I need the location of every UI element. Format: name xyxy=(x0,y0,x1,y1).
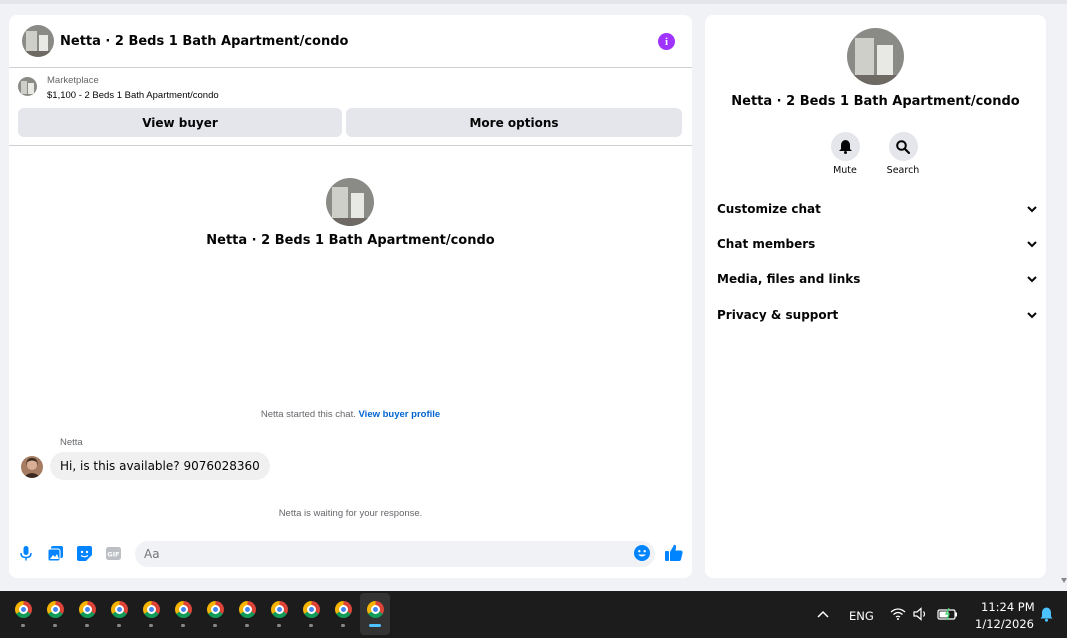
view-buyer-profile-link[interactable]: View buyer profile xyxy=(359,409,441,420)
chrome-icon xyxy=(46,601,64,618)
emoji-icon[interactable] xyxy=(634,545,650,561)
chevron-down-icon xyxy=(1027,205,1037,212)
chrome-icon xyxy=(334,601,352,618)
taskbar: ENG 11:24 PM 1/12/2026 xyxy=(0,591,1067,638)
section-label: Privacy & support xyxy=(717,308,839,322)
chrome-icon xyxy=(78,601,96,618)
message-bubble[interactable]: Hi, is this available? 9076028360 xyxy=(50,452,270,480)
listing-thumbnail[interactable] xyxy=(18,77,37,96)
chevron-down-icon xyxy=(1027,240,1037,247)
taskbar-chrome-8[interactable] xyxy=(232,593,262,635)
chrome-icon xyxy=(14,601,32,618)
chat-title[interactable]: Netta · 2 Beds 1 Bath Apartment/condo xyxy=(60,34,348,49)
chrome-icon xyxy=(174,601,192,618)
taskbar-chrome-3[interactable] xyxy=(72,593,102,635)
chrome-icon xyxy=(366,601,384,618)
info-icon[interactable]: i xyxy=(658,33,675,50)
view-buyer-button[interactable]: View buyer xyxy=(18,108,342,137)
more-options-button[interactable]: More options xyxy=(346,108,682,137)
listing-price-title[interactable]: $1,100 - 2 Beds 1 Bath Apartment/condo xyxy=(47,90,219,101)
waiting-notice: Netta is waiting for your response. xyxy=(278,508,423,519)
chat-header: Netta · 2 Beds 1 Bath Apartment/condo i xyxy=(9,15,692,68)
sender-avatar[interactable] xyxy=(21,456,43,478)
chevron-down-icon xyxy=(1027,275,1037,282)
chrome-icon xyxy=(238,601,256,618)
search-label: Search xyxy=(886,165,920,176)
chat-panel: Netta · 2 Beds 1 Bath Apartment/condo i … xyxy=(9,15,692,578)
speaker-icon[interactable] xyxy=(913,607,929,621)
scroll-down-arrow[interactable] xyxy=(1061,578,1067,583)
privacy-support-section[interactable]: Privacy & support xyxy=(717,305,1037,325)
battery-charging-icon[interactable] xyxy=(937,607,959,621)
customize-chat-section[interactable]: Customize chat xyxy=(717,199,1037,219)
search-button[interactable]: Search xyxy=(873,132,933,176)
language-indicator[interactable]: ENG xyxy=(849,609,874,623)
taskbar-chrome-1[interactable] xyxy=(8,593,38,635)
thumbs-up-icon[interactable] xyxy=(665,544,683,562)
chat-started-text: Netta started this chat. xyxy=(260,409,356,420)
mute-button[interactable]: Mute xyxy=(815,132,875,176)
taskbar-chrome-12-active[interactable] xyxy=(360,593,390,635)
search-icon[interactable] xyxy=(888,132,918,161)
taskbar-chrome-9[interactable] xyxy=(264,593,294,635)
section-label: Customize chat xyxy=(717,202,821,216)
section-label: Chat members xyxy=(717,237,816,251)
mute-label: Mute xyxy=(833,165,857,176)
taskbar-chrome-4[interactable] xyxy=(104,593,134,635)
taskbar-chrome-5[interactable] xyxy=(136,593,166,635)
photo-icon[interactable] xyxy=(47,545,63,561)
listing-avatar[interactable] xyxy=(22,25,54,57)
svg-text:GIF: GIF xyxy=(107,550,119,558)
taskbar-chrome-6[interactable] xyxy=(168,593,198,635)
chrome-icon xyxy=(206,601,224,618)
chevron-up-icon[interactable] xyxy=(817,610,829,618)
chrome-icon xyxy=(142,601,160,618)
taskbar-chrome-11[interactable] xyxy=(328,593,358,635)
taskbar-chrome-7[interactable] xyxy=(200,593,230,635)
marketplace-label: Marketplace xyxy=(47,75,99,86)
bell-icon[interactable] xyxy=(830,132,860,161)
conversation-title: Netta · 2 Beds 1 Bath Apartment/condo xyxy=(206,233,495,248)
marketplace-listing: Marketplace $1,100 - 2 Beds 1 Bath Apart… xyxy=(9,69,692,146)
chat-details-sidebar: Netta · 2 Beds 1 Bath Apartment/condo Mu… xyxy=(705,15,1046,578)
sidebar-title: Netta · 2 Beds 1 Bath Apartment/condo xyxy=(731,94,1020,109)
chrome-icon xyxy=(302,601,320,618)
wifi-icon[interactable] xyxy=(890,607,906,620)
clock-time[interactable]: 11:24 PM xyxy=(981,600,1035,614)
taskbar-chrome-2[interactable] xyxy=(40,593,70,635)
clock-date[interactable]: 1/12/2026 xyxy=(975,617,1034,631)
top-divider xyxy=(0,0,1067,4)
notification-bell-icon[interactable] xyxy=(1040,607,1053,622)
chat-started-notice: Netta started this chat. View buyer prof… xyxy=(9,409,692,420)
media-files-links-section[interactable]: Media, files and links xyxy=(717,269,1037,289)
conversation-avatar xyxy=(326,178,374,226)
gif-icon[interactable]: GIF xyxy=(105,545,121,561)
sidebar-avatar[interactable] xyxy=(847,28,904,85)
taskbar-chrome-10[interactable] xyxy=(296,593,326,635)
section-label: Media, files and links xyxy=(717,272,861,286)
message-input[interactable] xyxy=(135,541,655,567)
chevron-down-icon xyxy=(1027,311,1037,318)
sticker-icon[interactable] xyxy=(76,545,92,561)
chrome-icon xyxy=(110,601,128,618)
sender-name: Netta xyxy=(60,437,83,448)
microphone-icon[interactable] xyxy=(18,545,34,561)
chat-members-section[interactable]: Chat members xyxy=(717,234,1037,254)
chrome-icon xyxy=(270,601,288,618)
